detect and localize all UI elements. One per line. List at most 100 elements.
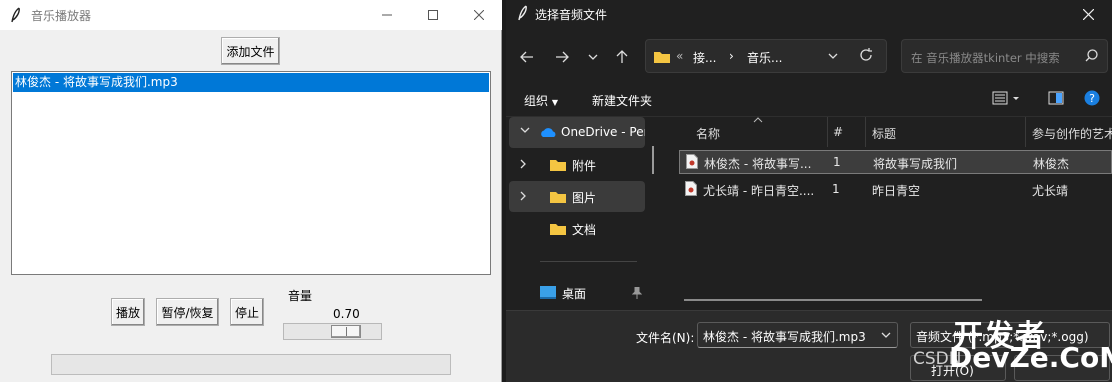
nav-item-label: OneDrive - Per [561, 125, 645, 139]
column-divider[interactable] [865, 117, 866, 147]
file-title: 昨日青空 [872, 184, 921, 198]
nav-item-label: 桌面 [562, 287, 587, 301]
dialog-titlebar: 选择音频文件 [506, 0, 1112, 28]
back-button[interactable] [515, 45, 539, 69]
desktop-icon [540, 286, 556, 299]
file-list: 名称 # 标题 参与创作的艺术 林俊杰 - 将故事写... 1 将故事写成我们 … [673, 117, 1112, 310]
column-header-number[interactable]: # [833, 125, 843, 139]
file-title: 将故事写成我们 [873, 157, 958, 171]
filename-label: 文件名(N): [636, 331, 695, 345]
breadcrumb-item[interactable]: 接... [693, 49, 716, 66]
help-icon[interactable]: ? [1084, 90, 1100, 106]
file-row[interactable]: 林俊杰 - 将故事写... 1 将故事写成我们 林俊杰 [679, 150, 1112, 174]
file-name: 林俊杰 - 将故事写... [704, 157, 812, 171]
playlist-listbox[interactable]: 林俊杰 - 将故事写成我们.mp3 [11, 71, 491, 275]
file-number: 1 [832, 182, 840, 196]
volume-slider[interactable] [283, 323, 382, 340]
new-folder-button[interactable]: 新建文件夹 [592, 92, 652, 109]
onedrive-cloud-icon [541, 128, 556, 137]
nav-item-attachments[interactable]: 附件 [509, 149, 645, 180]
minimize-icon [382, 14, 392, 16]
search-placeholder: 在 音乐播放器tkinter 中搜索 [911, 51, 1060, 65]
feather-icon [11, 7, 20, 23]
search-input[interactable]: 在 音乐播放器tkinter 中搜索 [901, 39, 1108, 73]
column-header-title[interactable]: 标题 [872, 125, 896, 142]
stop-button[interactable]: 停止 [230, 298, 264, 326]
volume-label: 音量 [288, 289, 313, 303]
close-button[interactable] [456, 0, 502, 30]
breadcrumb-overflow[interactable]: « [676, 49, 683, 63]
playlist-item[interactable]: 林俊杰 - 将故事写成我们.mp3 [13, 73, 489, 92]
chevron-right-icon[interactable] [520, 159, 528, 169]
column-divider[interactable] [827, 117, 828, 147]
column-header-name[interactable]: 名称 [696, 125, 720, 142]
svg-text:?: ? [1089, 92, 1095, 105]
volume-value: 0.70 [333, 307, 360, 321]
view-options-icon[interactable] [992, 90, 1022, 106]
breadcrumb-separator: › [729, 49, 734, 63]
filename-value: 林俊杰 - 将故事写成我们.mp3 [703, 330, 866, 344]
minimize-button[interactable] [364, 0, 410, 30]
file-name: 尤长靖 - 昨日青空.... [703, 184, 815, 198]
horizontal-scrollbar[interactable] [684, 299, 982, 301]
volume-slider-thumb[interactable] [331, 325, 361, 338]
arrow-up-icon [616, 50, 628, 63]
preview-pane-icon[interactable] [1048, 90, 1064, 106]
chevron-down-icon[interactable] [520, 127, 530, 135]
chevron-down-icon [588, 54, 598, 60]
search-icon[interactable] [1085, 49, 1098, 62]
organize-label: 组织 [524, 94, 549, 108]
nav-item-desktop[interactable]: 桌面 [509, 277, 645, 308]
chevron-down-icon[interactable] [828, 50, 838, 62]
folder-icon [550, 160, 566, 171]
player-titlebar: 音乐播放器 [0, 0, 502, 30]
nav-item-pictures[interactable]: 图片 [509, 181, 645, 212]
nav-item-label: 图片 [572, 191, 597, 205]
audio-file-icon [686, 154, 698, 169]
address-bar[interactable]: « 接... › 音乐... [645, 39, 887, 73]
breadcrumb-item[interactable]: 音乐... [747, 49, 782, 66]
playback-progress [51, 354, 451, 375]
chevron-right-icon[interactable] [520, 191, 528, 201]
play-button[interactable]: 播放 [111, 298, 145, 326]
folder-icon [550, 224, 566, 235]
file-artist: 尤长靖 [1032, 184, 1069, 198]
arrow-left-icon [520, 51, 533, 63]
feather-icon [518, 5, 527, 21]
player-window: 音乐播放器 添加文件 林俊杰 - 将故事写成我们.mp3 播放 暂停/恢复 停止… [0, 0, 502, 382]
column-divider[interactable] [1025, 117, 1026, 147]
close-icon [1082, 8, 1094, 20]
nav-item-documents[interactable]: 文档 [509, 213, 645, 244]
nav-scrollbar[interactable] [652, 146, 654, 174]
pin-icon[interactable] [632, 287, 642, 299]
maximize-icon [428, 10, 438, 20]
nav-item-label: 文档 [572, 223, 597, 237]
column-header-artist[interactable]: 参与创作的艺术 [1032, 125, 1112, 142]
recent-locations-button[interactable] [581, 45, 605, 69]
caret-down-icon: ▼ [551, 98, 558, 107]
filename-input[interactable]: 林俊杰 - 将故事写成我们.mp3 [697, 322, 898, 348]
nav-divider [540, 261, 637, 262]
close-icon [474, 10, 484, 20]
player-title: 音乐播放器 [31, 9, 92, 23]
refresh-icon[interactable] [859, 48, 873, 62]
sort-ascending-icon [753, 117, 763, 123]
audio-file-icon [685, 181, 697, 196]
chevron-down-icon[interactable] [881, 329, 891, 341]
file-artist: 林俊杰 [1033, 157, 1070, 171]
pause-resume-button[interactable]: 暂停/恢复 [156, 298, 219, 326]
file-row[interactable]: 尤长靖 - 昨日青空.... 1 昨日青空 尤长靖 [679, 178, 1112, 202]
add-file-button[interactable]: 添加文件 [221, 37, 280, 65]
dialog-close-button[interactable] [1068, 0, 1108, 28]
nav-item-onedrive[interactable]: OneDrive - Per [509, 117, 645, 148]
maximize-button[interactable] [410, 0, 456, 30]
file-number: 1 [833, 155, 841, 169]
up-button[interactable] [610, 45, 634, 69]
folder-icon [550, 192, 566, 203]
forward-button[interactable] [550, 45, 574, 69]
navigation-pane: OneDrive - Per 附件 图片 文档 桌面 [506, 117, 654, 310]
nav-item-label: 附件 [572, 159, 597, 173]
organize-menu[interactable]: 组织 ▼ [524, 92, 558, 109]
folder-icon [654, 52, 670, 63]
dialog-title: 选择音频文件 [535, 8, 608, 22]
